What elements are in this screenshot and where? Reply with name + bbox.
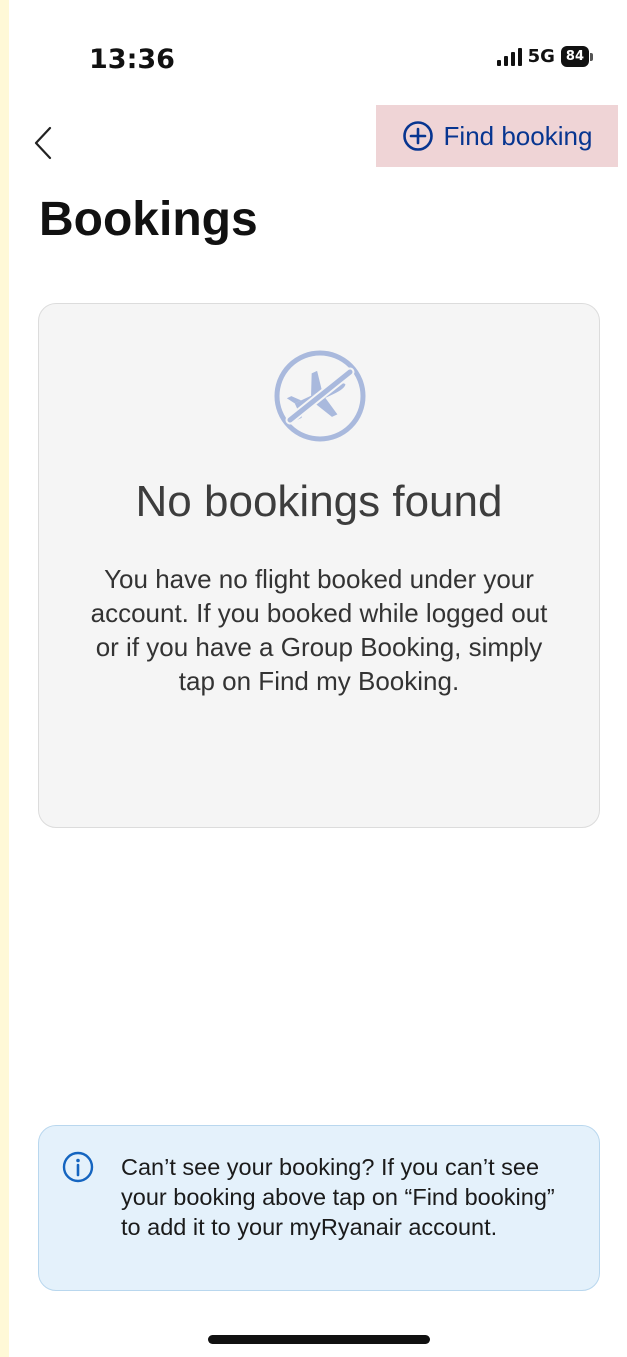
status-indicators: 5G 84 — [496, 46, 593, 67]
info-icon — [62, 1151, 94, 1183]
network-label: 5G — [527, 46, 555, 67]
phone-screen: 13:36 5G 84 Find booking Bookings No boo… — [9, 0, 627, 1357]
signal-icon — [496, 47, 522, 66]
battery-tip — [590, 52, 593, 61]
no-flight-icon — [274, 350, 366, 442]
info-banner: Can’t see your booking? If you can’t see… — [38, 1125, 600, 1291]
status-time: 13:36 — [89, 44, 175, 75]
home-indicator[interactable] — [208, 1335, 430, 1344]
battery-icon: 84 — [560, 46, 593, 67]
back-button[interactable] — [23, 120, 63, 166]
find-booking-label: Find booking — [443, 120, 593, 151]
chevron-left-icon — [34, 126, 52, 160]
info-banner-text: Can’t see your booking? If you can’t see… — [121, 1154, 555, 1240]
page-title: Bookings — [39, 193, 258, 246]
find-booking-button[interactable]: Find booking — [376, 105, 618, 167]
empty-state-title: No bookings found — [135, 477, 503, 526]
plus-circle-icon — [402, 121, 433, 151]
status-bar: 13:36 5G 84 — [9, 0, 627, 100]
empty-state-card: No bookings found You have no flight boo… — [38, 303, 600, 828]
battery-level: 84 — [560, 46, 589, 67]
empty-state-description: You have no flight booked under your acc… — [90, 564, 548, 696]
